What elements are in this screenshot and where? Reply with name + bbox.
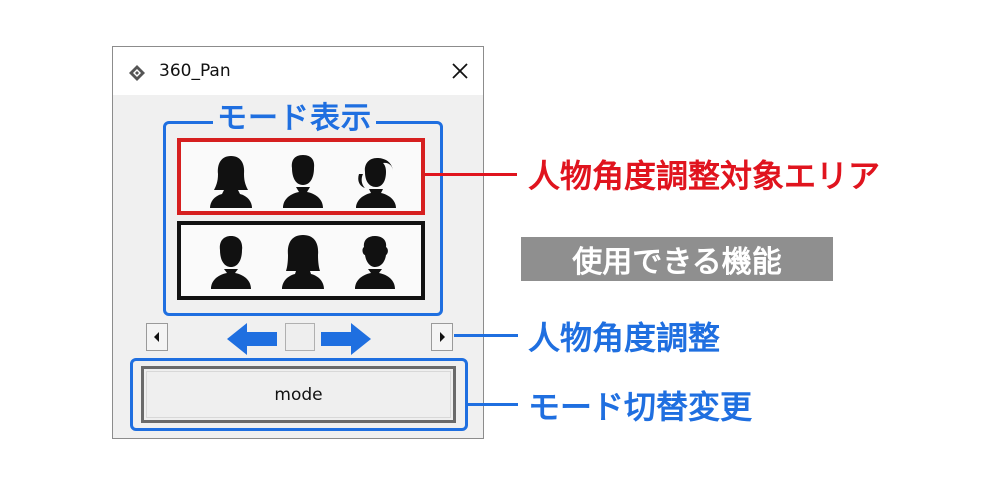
left-arrow-icon [227,323,277,355]
right-arrow-icon [321,323,371,355]
scroll-right-arrow-icon [440,332,445,342]
scroll-right-button[interactable] [431,323,453,351]
person-panel[interactable] [177,221,425,300]
angle-adjust-label: 人物角度調整 [528,319,721,357]
target-person-panel[interactable] [177,138,425,215]
target-area-callout-line [425,173,517,176]
features-header: 使用できる機能 [521,237,833,281]
scroll-left-arrow-icon [154,332,159,342]
person-icon [211,236,251,289]
title-bar: 360_Pan [113,47,483,95]
person-bob-hair-icon [282,235,324,289]
diamond-app-icon [129,65,145,81]
close-icon[interactable] [447,58,473,84]
person-long-hair-icon [210,156,252,208]
angle-adjust-callout-line [454,334,518,337]
person-short-hair-icon [283,155,323,208]
window-title: 360_Pan [159,61,231,81]
mode-display-label: モード表示 [213,101,376,137]
scroll-thumb[interactable] [285,323,315,351]
person-ponytail-icon [356,158,396,208]
mode-switch-callout-line [468,403,518,406]
person-curly-hair-icon [355,236,395,289]
target-area-label: 人物角度調整対象エリア [528,157,881,195]
scroll-left-button[interactable] [146,323,168,351]
mode-switch-label: モード切替変更 [528,388,753,426]
mode-button[interactable]: mode [141,366,456,423]
